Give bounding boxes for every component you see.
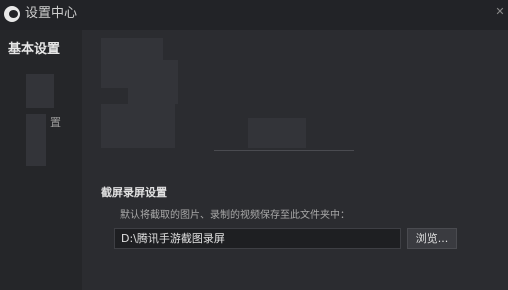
blurred-region [128, 60, 178, 104]
save-path-description: 默认将截取的图片、录制的视频保存至此文件夹中： [120, 210, 350, 221]
title-bar: 设置中心 ✕ [0, 0, 508, 30]
divider [214, 150, 354, 151]
blurred-region [101, 104, 175, 148]
app-logo-icon [4, 6, 20, 22]
section-title: 截屏录屏设置 [101, 186, 167, 199]
save-path-field[interactable]: D:\腾讯手游截图录屏 [114, 228, 401, 249]
blurred-region [26, 74, 54, 108]
sidebar-item-basic-settings[interactable]: 基本设置 [0, 38, 82, 62]
blurred-region [248, 118, 306, 148]
settings-window: 设置中心 ✕ 基本设置 置 截屏录屏设置 默认将截取的图片、录制的视频保存至此文… [0, 0, 508, 290]
blurred-region [26, 114, 46, 166]
window-title: 设置中心 [25, 6, 78, 21]
browse-button[interactable]: 浏览... [407, 228, 457, 249]
sidebar: 基本设置 置 [0, 30, 82, 290]
sidebar-item-partial[interactable]: 置 [50, 114, 61, 130]
close-icon[interactable]: ✕ [494, 6, 506, 18]
